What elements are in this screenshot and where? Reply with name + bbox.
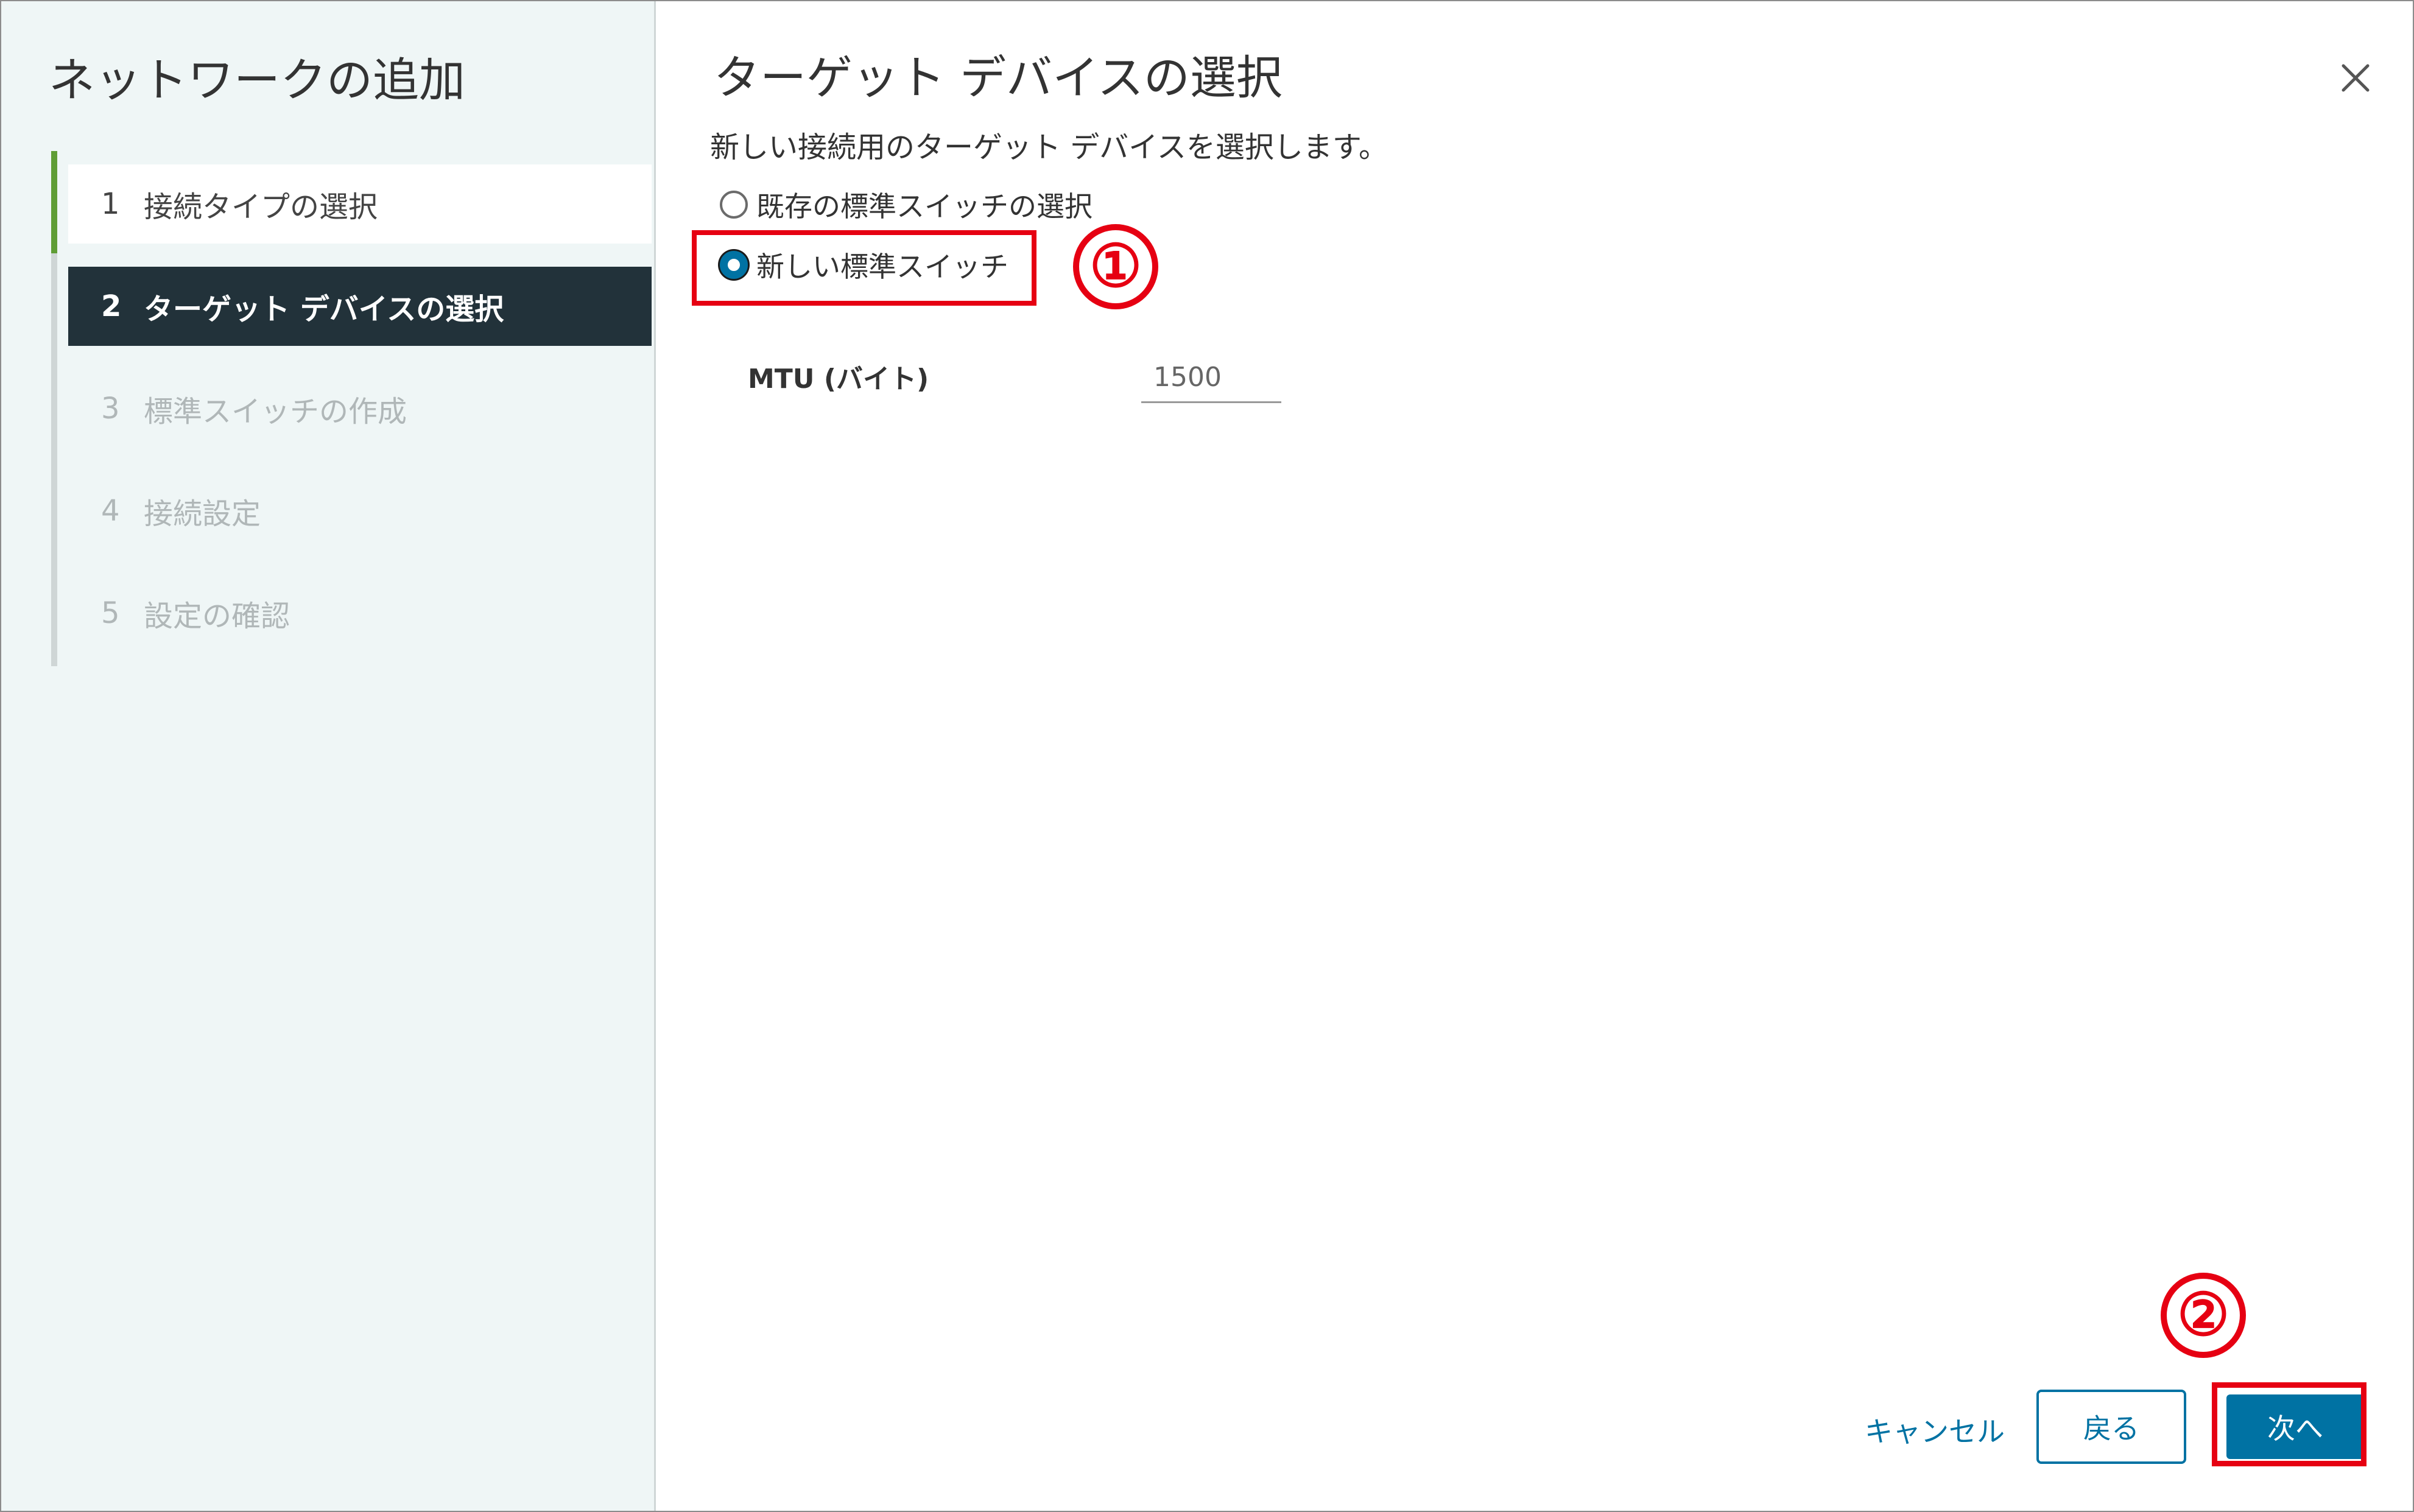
step-label: ターゲット デバイスの選択 [144,292,504,326]
add-network-dialog: ネットワークの追加 1 接続タイプの選択 2 ターゲット デバイスの選択 3 標… [0,0,2414,1512]
step-label: 標準スイッチの作成 [144,395,407,429]
wizard-step-1[interactable]: 1 接続タイプの選択 [68,164,652,244]
step-label: 設定の確認 [144,599,290,633]
annotation-highlight-1 [692,230,1036,306]
step-number: 1 [101,187,120,221]
option-label: 既存の標準スイッチの選択 [756,190,1093,223]
back-button[interactable]: 戻る [2036,1390,2186,1464]
steps-progress-completed [51,151,57,253]
wizard-step-5: 5 設定の確認 [68,574,652,653]
mtu-label: MTU (バイト) [748,364,929,395]
annotation-marker-2: ② [2161,1273,2246,1358]
radio-existing-switch[interactable] [720,191,748,219]
cancel-button[interactable]: キャンセル [1853,1399,2017,1460]
wizard-step-4: 4 接続設定 [68,471,652,550]
step-number: 3 [101,392,120,426]
wizard-title: ネットワークの追加 [49,53,465,107]
step-label: 接続設定 [144,497,261,531]
wizard-step-3: 3 標準スイッチの作成 [68,369,652,448]
step-number: 4 [101,494,120,528]
wizard-sidebar: ネットワークの追加 1 接続タイプの選択 2 ターゲット デバイスの選択 3 標… [1,1,656,1511]
page-title: ターゲット デバイスの選択 [714,51,1283,105]
option-existing-switch[interactable]: 既存の標準スイッチの選択 [720,186,1093,223]
step-label: 接続タイプの選択 [144,190,378,224]
mtu-input[interactable] [1141,357,1281,403]
annotation-marker-1: ① [1073,224,1158,309]
annotation-highlight-2 [2212,1382,2366,1466]
step-number: 5 [101,596,120,630]
page-description: 新しい接続用のターゲット デバイスを選択します。 [710,130,1388,164]
close-icon[interactable] [2337,60,2374,96]
step-number: 2 [101,289,122,323]
wizard-step-2[interactable]: 2 ターゲット デバイスの選択 [68,267,652,346]
